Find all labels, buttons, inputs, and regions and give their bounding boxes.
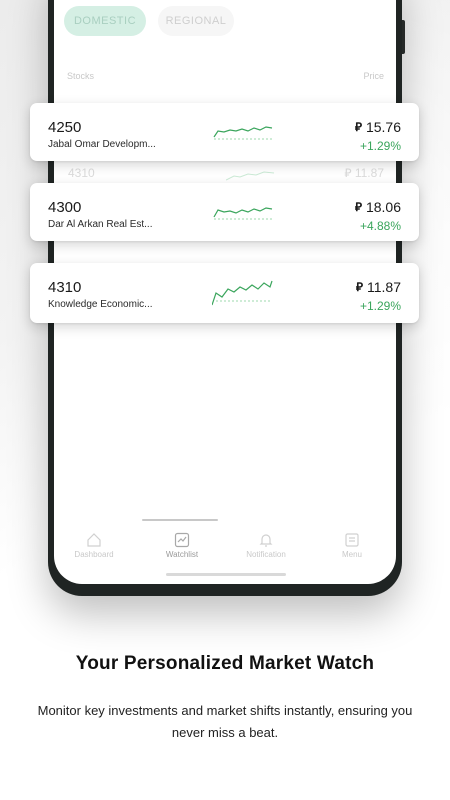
stock-card[interactable]: 4310 Knowledge Economic... ⃁ 11.87 +1.29… [30, 263, 419, 323]
price-change: +1.29% [359, 299, 401, 313]
price-change: +4.88% [359, 219, 401, 233]
tab-label: Menu [341, 550, 362, 559]
riyal-icon: ⃁ [354, 199, 362, 214]
tab-notification[interactable]: Notification [226, 532, 306, 559]
tab-menu[interactable]: Menu [312, 532, 392, 559]
price-value: 11.87 [367, 279, 401, 295]
stock-symbol: 4250 [48, 119, 82, 136]
page-subtitle: Monitor key investments and market shift… [37, 703, 413, 740]
tab-domestic[interactable]: DOMESTIC [64, 6, 146, 36]
stock-name: Knowledge Economic... [48, 299, 153, 310]
ghost-price: ⃁ 11.87 [344, 166, 384, 180]
stock-name: Dar Al Arkan Real Est... [48, 219, 153, 230]
price-value: 15.76 [365, 119, 401, 135]
stock-price: ⃁ 15.76 [355, 119, 401, 135]
price-column-header: Price [363, 71, 384, 81]
tab-label: Watchlist [165, 550, 199, 559]
stock-card[interactable]: 4300 Dar Al Arkan Real Est... ⃁ 18.06 +4… [30, 183, 419, 241]
stock-price: ⃁ 18.06 [355, 199, 401, 215]
tab-regional[interactable]: REGIONAL [158, 6, 234, 36]
price-value: 18.06 [365, 199, 401, 215]
stock-price: ⃁ 11.87 [356, 279, 401, 295]
price-change: +1.29% [359, 139, 401, 153]
ghost-symbol: 4310 [68, 166, 95, 180]
home-bar [166, 573, 286, 576]
tab-label: Notification [246, 550, 286, 559]
tab-dashboard[interactable]: Dashboard [54, 532, 134, 559]
stocks-column-header: Stocks [67, 71, 95, 81]
scroll-indicator [142, 519, 218, 521]
riyal-icon: ⃁ [355, 279, 363, 294]
sparkline-icon [213, 207, 273, 220]
page-title: Your Personalized Market Watch [75, 653, 375, 674]
tab-label: Dashboard [74, 550, 114, 559]
list-icon [345, 533, 359, 547]
stock-symbol: 4310 [48, 279, 82, 296]
bell-icon [259, 534, 273, 547]
stock-card[interactable]: 4250 Jabal Omar Developm... ⃁ 15.76 +1.2… [30, 103, 419, 161]
sparkline-icon [226, 171, 275, 181]
stock-symbol: 4300 [48, 199, 82, 216]
riyal-icon: ⃁ [354, 119, 362, 134]
stock-name: Jabal Omar Developm... [48, 139, 156, 150]
tab-watchlist[interactable]: Watchlist [142, 532, 222, 559]
home-icon [87, 533, 101, 547]
chart-icon [174, 532, 190, 548]
sparkline-icon [213, 126, 273, 140]
sparkline-icon [212, 280, 273, 306]
